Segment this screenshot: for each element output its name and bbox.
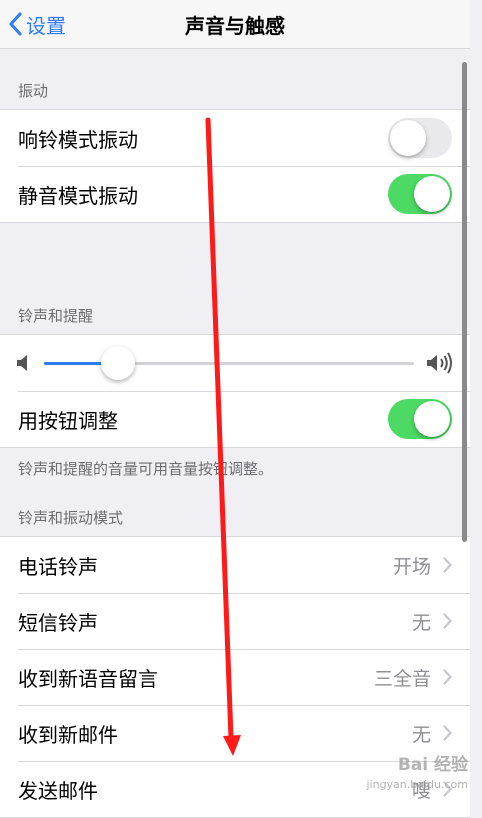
new-mail-label: 收到新邮件 — [18, 722, 118, 747]
toggle-knob — [390, 120, 426, 156]
vibrate-on-silent-label: 静音模式振动 — [18, 183, 138, 208]
navigation-bar: 设置 声音与触感 — [0, 0, 470, 49]
new-voicemail-label: 收到新语音留言 — [18, 666, 158, 691]
speaker-high-icon — [427, 352, 452, 374]
chevron-right-icon — [443, 669, 452, 685]
watermark-logo: Bai 经验 — [397, 755, 468, 775]
sent-mail-label: 发送邮件 — [18, 778, 98, 803]
watermark-url: jingyan.baidu.com — [366, 778, 468, 791]
ringer-volume-slider[interactable] — [44, 343, 414, 383]
vibrate-group: 响铃模式振动 静音模式振动 — [0, 109, 470, 223]
section-header-vibrate: 振动 — [18, 82, 49, 100]
chevron-right-icon — [443, 725, 452, 741]
page-title: 声音与触感 — [185, 14, 285, 38]
toggle-knob — [414, 176, 450, 212]
ringer-footer-note: 铃声和提醒的音量可用音量按钮调整。 — [18, 460, 274, 478]
new-voicemail-value: 三全音 — [373, 667, 431, 690]
scrollbar[interactable] — [462, 62, 467, 542]
vibrate-on-silent-row: 静音模式振动 — [0, 166, 470, 222]
section-header-ringer: 铃声和提醒 — [18, 307, 94, 325]
chevron-right-icon — [443, 557, 452, 573]
toggle-knob — [414, 401, 450, 437]
vibrate-on-silent-toggle[interactable] — [388, 174, 452, 214]
text-tone-label: 短信铃声 — [18, 610, 98, 635]
ringtone-row[interactable]: 电话铃声 开场 — [0, 537, 470, 593]
vibrate-on-ring-toggle[interactable] — [388, 118, 452, 158]
ringtone-label: 电话铃声 — [18, 554, 98, 579]
change-with-buttons-label: 用按钮调整 — [18, 408, 118, 433]
section-header-patterns: 铃声和振动模式 — [18, 509, 124, 527]
speaker-low-icon — [17, 355, 27, 371]
chevron-right-icon — [443, 613, 452, 629]
ringtone-value: 开场 — [392, 555, 431, 578]
new-mail-value: 无 — [411, 723, 431, 746]
patterns-group: 电话铃声 开场 短信铃声 无 收到新语音留言 三全音 收到新邮件 无 发送邮件 … — [0, 536, 470, 818]
new-voicemail-row[interactable]: 收到新语音留言 三全音 — [0, 649, 470, 705]
text-tone-row[interactable]: 短信铃声 无 — [0, 593, 470, 649]
vibrate-on-ring-row: 响铃模式振动 — [0, 110, 470, 166]
right-edge-strip — [470, 0, 482, 793]
text-tone-value: 无 — [411, 611, 431, 634]
ringer-group: 用按钮调整 — [0, 334, 470, 448]
ringer-volume-row — [0, 335, 470, 391]
slider-thumb[interactable] — [101, 346, 135, 380]
change-with-buttons-toggle[interactable] — [388, 399, 452, 439]
vibrate-on-ring-label: 响铃模式振动 — [18, 127, 138, 152]
change-with-buttons-row: 用按钮调整 — [0, 391, 470, 447]
settings-list: 振动 响铃模式振动 静音模式振动 铃声和提醒 用按钮调整 铃声和提醒的音量可用音… — [0, 49, 470, 818]
